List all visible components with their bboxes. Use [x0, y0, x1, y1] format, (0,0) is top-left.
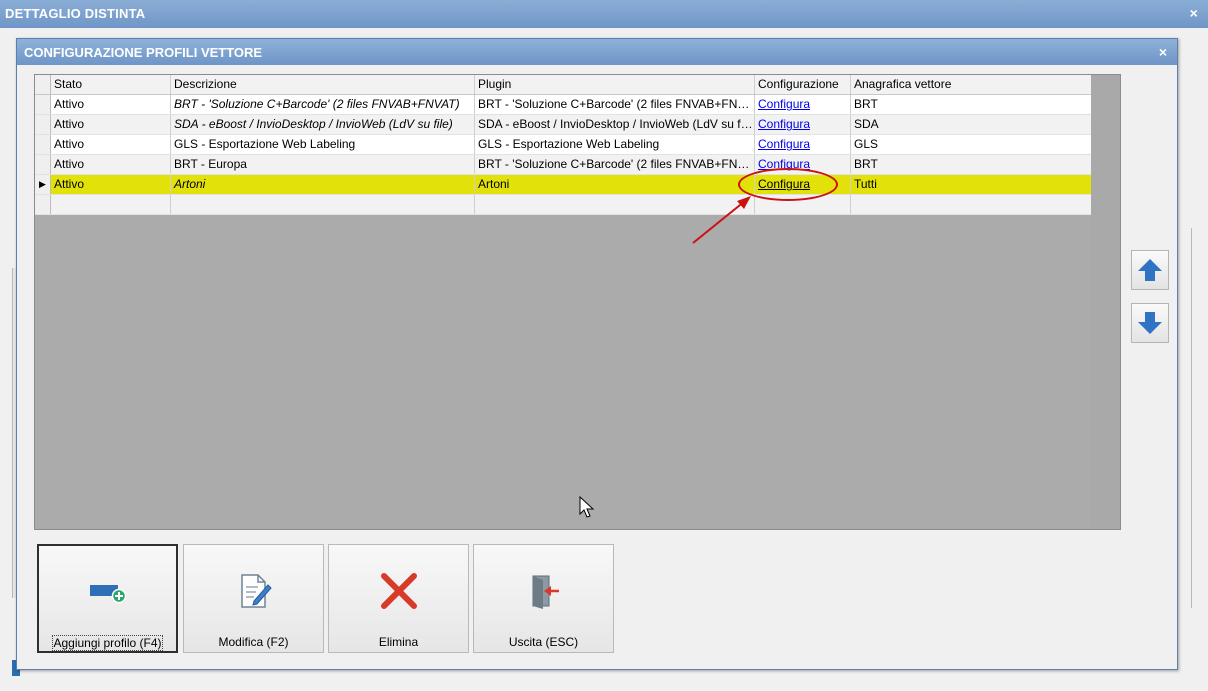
background-panel-right — [1183, 228, 1192, 608]
column-header-configurazione[interactable]: Configurazione — [755, 75, 851, 94]
row-indicator-cell — [35, 195, 51, 214]
cell-plugin[interactable]: GLS - Esportazione Web Labeling — [475, 135, 755, 154]
delete-x-icon — [380, 573, 417, 609]
column-header-descrizione[interactable]: Descrizione — [171, 75, 475, 94]
cell-stato[interactable]: Attivo — [51, 115, 171, 134]
configura-link[interactable]: Configura — [758, 137, 810, 151]
arrow-up-icon — [1138, 259, 1162, 281]
column-header-stato[interactable]: Stato — [51, 75, 171, 94]
cell-descrizione[interactable] — [171, 195, 475, 214]
cell-anagrafica[interactable]: BRT — [851, 95, 1091, 114]
table-row[interactable]: Attivo SDA - eBoost / InvioDesktop / Inv… — [35, 115, 1091, 135]
header-indicator-cell — [35, 75, 51, 94]
cell-stato[interactable]: Attivo — [51, 135, 171, 154]
table-row[interactable]: Attivo BRT - Europa BRT - 'Soluzione C+B… — [35, 155, 1091, 175]
cell-stato[interactable]: Attivo — [51, 95, 171, 114]
delete-button[interactable]: Elimina — [328, 544, 469, 653]
move-down-button[interactable] — [1131, 303, 1169, 343]
table-row[interactable]: Attivo BRT - 'Soluzione C+Barcode' (2 fi… — [35, 95, 1091, 115]
exit-button[interactable]: Uscita (ESC) — [473, 544, 614, 653]
outer-window-title-bar: DETTAGLIO DISTINTA × — [0, 0, 1208, 28]
mouse-cursor-icon — [579, 496, 595, 518]
cell-anagrafica[interactable] — [851, 195, 1091, 214]
configura-link[interactable]: Configura — [758, 97, 810, 111]
cell-stato[interactable] — [51, 195, 171, 214]
exit-icon-wrap — [474, 569, 613, 613]
cell-descrizione[interactable]: BRT - Europa — [171, 155, 475, 174]
annotation-arrow-icon — [692, 196, 751, 244]
edit-icon-wrap — [184, 569, 323, 613]
table-row-new[interactable] — [35, 195, 1091, 215]
cell-descrizione[interactable]: GLS - Esportazione Web Labeling — [171, 135, 475, 154]
configurazione-profili-dialog: CONFIGURAZIONE PROFILI VETTORE × Stato D… — [16, 38, 1178, 670]
cell-anagrafica[interactable]: Tutti — [851, 175, 1091, 194]
column-header-plugin[interactable]: Plugin — [475, 75, 755, 94]
add-profile-icon-wrap — [39, 570, 176, 614]
cell-plugin[interactable]: BRT - 'Soluzione C+Barcode' (2 files FNV… — [475, 155, 755, 174]
grid-rows: Stato Descrizione Plugin Configurazione … — [35, 75, 1091, 215]
outer-close-icon[interactable]: × — [1190, 0, 1198, 26]
row-indicator-cell — [35, 95, 51, 114]
edit-document-icon — [240, 574, 272, 608]
profili-grid[interactable]: Stato Descrizione Plugin Configurazione … — [34, 74, 1121, 530]
dialog-title: CONFIGURAZIONE PROFILI VETTORE — [24, 45, 263, 60]
delete-label: Elimina — [378, 635, 419, 649]
exit-door-icon — [532, 575, 559, 609]
add-profile-icon — [89, 585, 126, 604]
grid-header-row: Stato Descrizione Plugin Configurazione … — [35, 75, 1091, 95]
cell-anagrafica[interactable]: GLS — [851, 135, 1091, 154]
cell-anagrafica[interactable]: BRT — [851, 155, 1091, 174]
table-row-selected[interactable]: ▶ Attivo Artoni Artoni Configura Tutti — [35, 175, 1091, 195]
add-profile-text: Aggiungi profilo (F4) — [52, 635, 163, 651]
cell-plugin[interactable]: SDA - eBoost / InvioDesktop / InvioWeb (… — [475, 115, 755, 134]
edit-label: Modifica (F2) — [218, 635, 289, 649]
dialog-close-icon[interactable]: × — [1159, 39, 1167, 65]
cell-configurazione: Configura — [755, 95, 851, 114]
move-up-button[interactable] — [1131, 250, 1169, 290]
arrow-down-icon — [1138, 312, 1162, 334]
row-indicator-cell: ▶ — [35, 175, 51, 194]
edit-button[interactable]: Modifica (F2) — [183, 544, 324, 653]
outer-window-title: DETTAGLIO DISTINTA — [5, 6, 146, 21]
column-header-anagrafica[interactable]: Anagrafica vettore — [851, 75, 1091, 94]
configura-link[interactable]: Configura — [758, 117, 810, 131]
row-indicator-cell — [35, 115, 51, 134]
grid-right-strip — [1091, 75, 1120, 529]
cell-descrizione[interactable]: SDA - eBoost / InvioDesktop / InvioWeb (… — [171, 115, 475, 134]
add-profile-label: Aggiungi profilo (F4) — [39, 635, 176, 651]
cell-stato[interactable]: Attivo — [51, 175, 171, 194]
delete-icon-wrap — [329, 569, 468, 613]
row-indicator-cell — [35, 135, 51, 154]
cell-anagrafica[interactable]: SDA — [851, 115, 1091, 134]
table-row[interactable]: Attivo GLS - Esportazione Web Labeling G… — [35, 135, 1091, 155]
cell-configurazione: Configura — [755, 135, 851, 154]
exit-label: Uscita (ESC) — [508, 635, 579, 649]
cell-descrizione[interactable]: Artoni — [171, 175, 475, 194]
cell-descrizione[interactable]: BRT - 'Soluzione C+Barcode' (2 files FNV… — [171, 95, 475, 114]
add-profile-button[interactable]: Aggiungi profilo (F4) — [37, 544, 178, 653]
cell-plugin[interactable]: BRT - 'Soluzione C+Barcode' (2 files FNV… — [475, 95, 755, 114]
row-indicator-cell — [35, 155, 51, 174]
cell-configurazione: Configura — [755, 115, 851, 134]
cell-stato[interactable]: Attivo — [51, 155, 171, 174]
dialog-title-bar: CONFIGURAZIONE PROFILI VETTORE × — [17, 39, 1177, 65]
